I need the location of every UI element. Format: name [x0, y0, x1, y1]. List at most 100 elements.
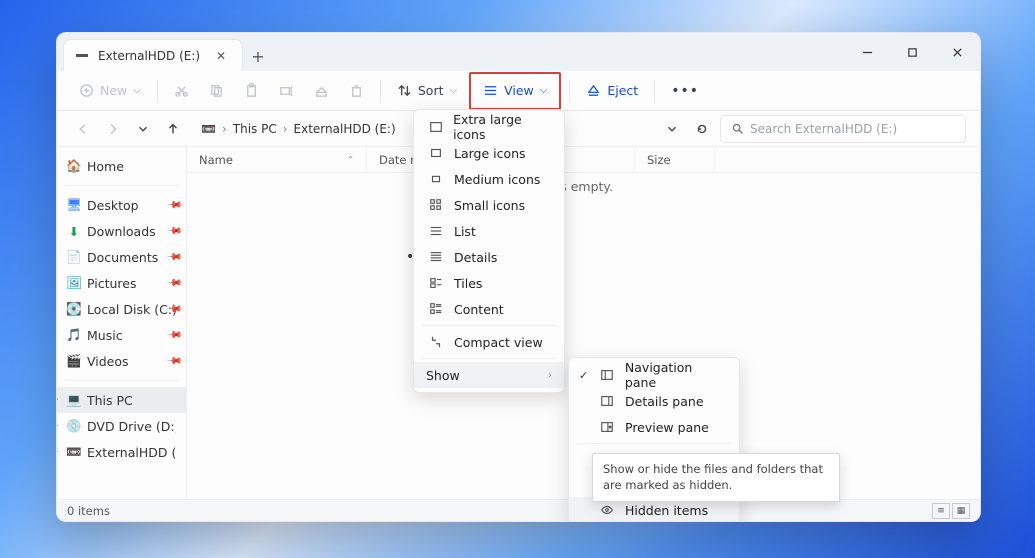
pin-icon: 📌: [165, 275, 182, 292]
up-button[interactable]: [161, 117, 185, 141]
preview-pane-icon: [599, 419, 615, 435]
eject-button[interactable]: Eject: [578, 76, 646, 106]
chevron-right-icon: ›: [283, 122, 288, 136]
sidebar-item-videos[interactable]: 🎬Videos📌: [57, 348, 186, 374]
status-bar: 0 items ≡ ▦: [57, 499, 980, 521]
pin-icon: 📌: [165, 249, 182, 266]
share-button[interactable]: [306, 76, 337, 106]
sort-button[interactable]: Sort⌵: [389, 76, 465, 106]
tooltip: Show or hide the files and folders that …: [592, 453, 840, 502]
sidebar-item-localdisk[interactable]: 💽Local Disk (C:)📌: [57, 296, 186, 322]
details-pane-icon: [599, 393, 615, 409]
details-icon: [428, 249, 444, 265]
drive-icon: 📼: [67, 445, 81, 459]
maximize-button[interactable]: [890, 33, 935, 71]
minimize-button[interactable]: [845, 33, 890, 71]
sidebar-item-documents[interactable]: 📄Documents📌: [57, 244, 186, 270]
tab-title: ExternalHDD (E:): [98, 49, 202, 63]
view-menu: Extra large icons Large icons Medium ico…: [413, 109, 565, 393]
chevron-right-icon: ›: [548, 370, 552, 381]
drive-icon: 💽: [67, 302, 81, 316]
delete-button[interactable]: [341, 76, 372, 106]
music-icon: 🎵: [67, 328, 81, 342]
menu-item-show[interactable]: Show›: [414, 362, 564, 388]
item-count: 0 items: [67, 504, 110, 518]
breadcrumb-item[interactable]: ExternalHDD (E:): [294, 122, 396, 136]
sidebar-item-external[interactable]: ›📼ExternalHDD (E:): [57, 439, 186, 465]
menu-item-compact[interactable]: Compact view: [414, 329, 564, 355]
title-bar: ExternalHDD (E:) ✕ +: [57, 33, 980, 71]
pin-icon: 📌: [165, 197, 182, 214]
pin-icon: 📌: [165, 223, 182, 240]
cut-button[interactable]: [166, 76, 197, 106]
new-tab-button[interactable]: +: [243, 41, 273, 71]
copy-button[interactable]: [201, 76, 232, 106]
search-placeholder: Search ExternalHDD (E:): [750, 122, 897, 136]
rename-button[interactable]: [271, 76, 302, 106]
list-icon: [428, 223, 444, 239]
column-name[interactable]: Name⌃: [187, 147, 367, 172]
sidebar: 🏠Home 🖥Desktop📌 ⬇Downloads📌 📄Documents📌 …: [57, 147, 187, 499]
chevron-right-icon: ›: [56, 395, 59, 405]
menu-item-medium-icons[interactable]: Medium icons: [414, 166, 564, 192]
tiles-icon: [428, 275, 444, 291]
toolbar: New⌵ Sort⌵ View⌵ Eject •••: [57, 71, 980, 111]
pin-icon: 📌: [165, 353, 182, 370]
more-button[interactable]: •••: [663, 76, 707, 106]
sidebar-item-dvd[interactable]: ›💿DVD Drive (D:) e: [57, 413, 186, 439]
menu-item-large-icons[interactable]: Large icons: [414, 140, 564, 166]
close-tab-icon[interactable]: ✕: [212, 45, 230, 67]
refresh-button[interactable]: [690, 117, 714, 141]
documents-icon: 📄: [67, 250, 81, 264]
sidebar-item-home[interactable]: 🏠Home: [57, 153, 186, 179]
forward-button[interactable]: [101, 117, 125, 141]
menu-item-preview-pane[interactable]: Preview pane: [569, 414, 739, 440]
chevron-right-icon: ›: [222, 122, 227, 136]
sort-indicator-icon: ⌃: [347, 155, 354, 164]
pc-icon: 💻: [67, 393, 81, 407]
small-icons-icon: [428, 197, 444, 213]
drive-icon: 📼: [201, 122, 216, 136]
menu-item-xl-icons[interactable]: Extra large icons: [414, 114, 564, 140]
compact-icon: [428, 334, 444, 350]
eye-icon: [599, 502, 615, 518]
column-size[interactable]: Size: [635, 147, 715, 172]
chevron-right-icon: ›: [56, 447, 59, 457]
sidebar-item-music[interactable]: 🎵Music📌: [57, 322, 186, 348]
menu-item-tiles[interactable]: Tiles: [414, 270, 564, 296]
menu-item-details[interactable]: •Details: [414, 244, 564, 270]
menu-item-small-icons[interactable]: Small icons: [414, 192, 564, 218]
pin-icon: 📌: [165, 327, 182, 344]
details-view-toggle[interactable]: ≡: [932, 503, 950, 519]
menu-item-nav-pane[interactable]: ✓Navigation pane: [569, 362, 739, 388]
address-dropdown[interactable]: [660, 117, 684, 141]
sidebar-item-desktop[interactable]: 🖥Desktop📌: [57, 192, 186, 218]
tab-active[interactable]: ExternalHDD (E:) ✕: [63, 39, 243, 71]
new-button[interactable]: New⌵: [71, 76, 149, 106]
disc-icon: 💿: [67, 419, 81, 433]
large-icons-icon: [428, 145, 444, 161]
recent-dropdown[interactable]: [131, 117, 155, 141]
desktop-icon: 🖥: [67, 198, 81, 212]
search-icon: [731, 122, 744, 135]
menu-item-list[interactable]: List: [414, 218, 564, 244]
search-input[interactable]: Search ExternalHDD (E:): [720, 115, 966, 143]
sidebar-item-pictures[interactable]: 🖼Pictures📌: [57, 270, 186, 296]
chevron-right-icon: ›: [56, 421, 59, 431]
paste-button[interactable]: [236, 76, 267, 106]
menu-item-details-pane[interactable]: Details pane: [569, 388, 739, 414]
drive-icon: [76, 54, 88, 57]
nav-pane-icon: [599, 367, 615, 383]
menu-item-content[interactable]: Content: [414, 296, 564, 322]
breadcrumb-item[interactable]: This PC: [233, 122, 277, 136]
file-explorer-window: ExternalHDD (E:) ✕ + New⌵ Sort⌵ View⌵ Ej…: [56, 32, 981, 522]
close-window-button[interactable]: [935, 33, 980, 71]
view-button[interactable]: View⌵: [475, 76, 555, 106]
sidebar-item-thispc[interactable]: ›💻This PC: [57, 387, 186, 413]
back-button[interactable]: [71, 117, 95, 141]
view-button-highlight: View⌵: [469, 72, 561, 110]
icons-view-toggle[interactable]: ▦: [952, 503, 970, 519]
videos-icon: 🎬: [67, 354, 81, 368]
xl-icons-icon: [428, 119, 443, 135]
sidebar-item-downloads[interactable]: ⬇Downloads📌: [57, 218, 186, 244]
